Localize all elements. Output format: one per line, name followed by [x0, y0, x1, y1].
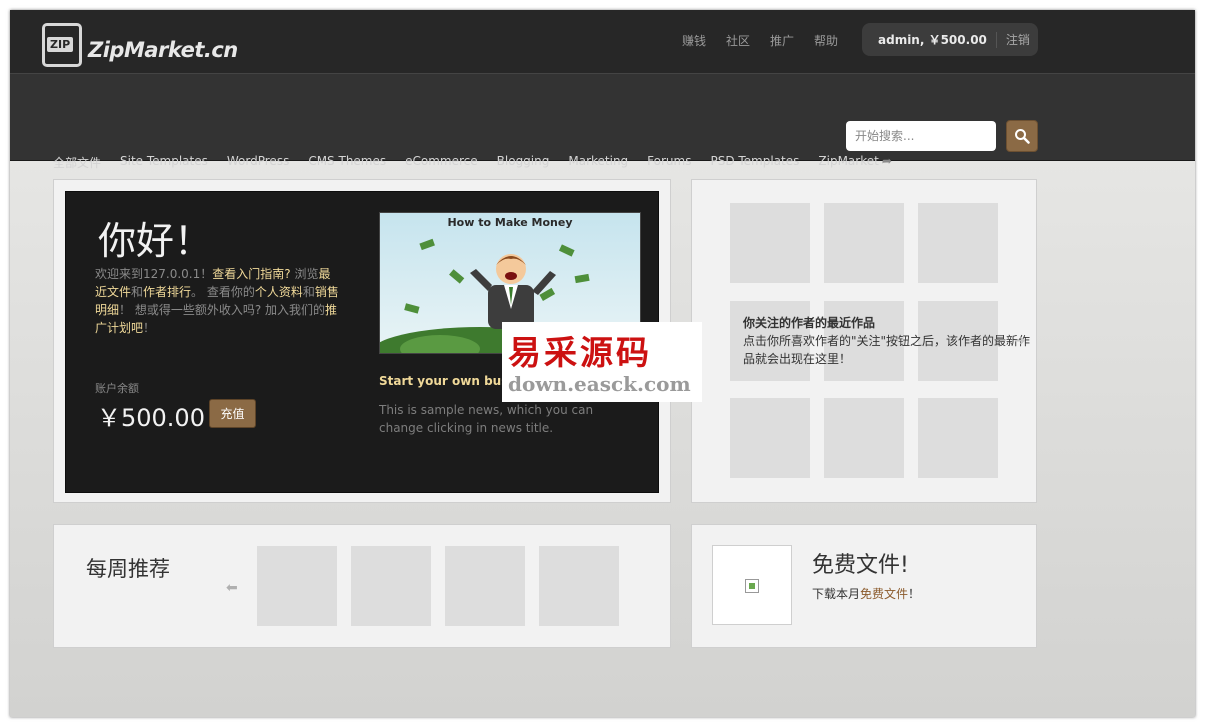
weekly-item-placeholder[interactable]: [351, 546, 431, 626]
free-files-link[interactable]: 免费文件: [860, 587, 908, 601]
weekly-item-placeholder[interactable]: [257, 546, 337, 626]
welcome-end: ！: [143, 321, 156, 335]
followed-item-placeholder[interactable]: [824, 398, 904, 478]
logo-badge-text: ZIP: [47, 37, 74, 52]
top-links: 赚钱 社区 推广 帮助: [682, 32, 858, 49]
news-description: This is sample news, which you can chang…: [379, 403, 594, 435]
followed-item-placeholder[interactable]: [918, 203, 998, 283]
nav-all-files[interactable]: 全部文件: [53, 154, 101, 171]
account-balance-link[interactable]: admin, ￥500.00: [878, 31, 987, 48]
welcome-earn: ！ 想或得一些额外收入吗? 加入我们的: [119, 303, 326, 317]
welcome-browse: 浏览: [290, 267, 319, 281]
zip-logo-icon: ZIP: [42, 23, 82, 67]
nav-wordpress[interactable]: WordPress: [227, 154, 289, 171]
welcome-intro: 欢迎来到127.0.0.1！: [95, 267, 213, 281]
followed-item-placeholder[interactable]: [918, 398, 998, 478]
welcome-and-2: 和: [302, 285, 315, 299]
free-files-panel: 免费文件! 下载本月免费文件！: [691, 524, 1037, 648]
logo-text: ZipMarket.cn: [88, 38, 238, 62]
author-ranking-link[interactable]: 作者排行: [143, 285, 191, 299]
free-file-thumbnail[interactable]: [712, 545, 792, 625]
followed-authors-desc: 点击你所喜欢作者的"关注"按钮之后，该作者的最新作品就会出现在这里！: [743, 334, 1031, 366]
broken-image-icon: [745, 579, 759, 593]
arrow-right-icon[interactable]: ➜: [1014, 333, 1026, 349]
followed-authors-panel: 你关注的作者的最近作品 点击你所喜欢作者的"关注"按钮之后，该作者的最新作品就会…: [691, 179, 1037, 503]
followed-authors-title: 你关注的作者的最近作品: [743, 316, 876, 330]
balance-value: ￥500.00: [97, 404, 205, 432]
profile-link[interactable]: 个人资料: [255, 285, 303, 299]
free-files-subtitle: 下载本月免费文件！: [812, 585, 920, 602]
nav-zipmarket-label: ZipMarket: [818, 154, 879, 168]
logout-link[interactable]: 注销: [1006, 31, 1030, 48]
followed-item-placeholder[interactable]: [730, 203, 810, 283]
nav-forums[interactable]: Forums: [647, 154, 691, 171]
nav-psd-templates[interactable]: PSD Templates: [710, 154, 799, 171]
weekly-item-placeholder[interactable]: [445, 546, 525, 626]
free-sub-prefix: 下载本月: [812, 587, 861, 601]
category-nav: 全部文件 Site Templates WordPress CMS Themes…: [53, 154, 892, 171]
followed-item-placeholder[interactable]: [824, 203, 904, 283]
divider: [995, 31, 997, 48]
search-button[interactable]: [1006, 120, 1038, 152]
balance-label: 账户余额: [95, 382, 139, 395]
nav-ecommerce[interactable]: eCommerce: [405, 154, 478, 171]
nav-site-templates[interactable]: Site Templates: [120, 154, 208, 171]
nav-cms-themes[interactable]: CMS Themes: [308, 154, 386, 171]
site-logo[interactable]: ZIP ZipMarket.cn: [42, 22, 238, 68]
link-earn[interactable]: 赚钱: [682, 32, 706, 49]
user-box: admin, ￥500.00 注销: [862, 23, 1038, 56]
link-help[interactable]: 帮助: [814, 32, 838, 49]
recharge-button[interactable]: 充值: [209, 399, 256, 428]
share-arrow-icon: ➦: [881, 154, 892, 168]
arrow-left-icon[interactable]: ⬅: [226, 580, 238, 596]
weekly-item-placeholder[interactable]: [539, 546, 619, 626]
search-input[interactable]: [846, 121, 996, 151]
nav-zipmarket[interactable]: ZipMarket ➦: [818, 154, 891, 171]
watermark-url: down.easck.com: [508, 372, 691, 396]
nav-blogging[interactable]: Blogging: [497, 154, 550, 171]
free-files-title: 免费文件!: [812, 553, 909, 578]
welcome-and: 和: [131, 285, 144, 299]
welcome-text: 欢迎来到127.0.0.1！查看入门指南? 浏览最近文件和作者排行。 查看你的个…: [95, 265, 340, 337]
free-sub-suffix: ！: [908, 587, 921, 601]
followed-item-placeholder[interactable]: [730, 398, 810, 478]
guide-link[interactable]: 查看入门指南?: [212, 267, 290, 281]
greeting-heading: 你好！: [98, 219, 213, 263]
watermark-title: 易采源码: [508, 333, 652, 372]
link-promote[interactable]: 推广: [770, 32, 794, 49]
link-community[interactable]: 社区: [726, 32, 750, 49]
weekly-picks-panel: 每周推荐 ⬅: [53, 524, 671, 648]
nav-marketing[interactable]: Marketing: [568, 154, 628, 171]
search-icon: [1015, 129, 1030, 144]
weekly-picks-title: 每周推荐: [86, 557, 170, 581]
top-bar: ZIP ZipMarket.cn 赚钱 社区 推广 帮助 admin, ￥500…: [10, 10, 1195, 73]
followed-authors-info: 你关注的作者的最近作品 点击你所喜欢作者的"关注"按钮之后，该作者的最新作品就会…: [743, 314, 1033, 368]
welcome-view: 。 查看你的: [191, 285, 255, 299]
watermark-overlay: 易采源码 down.easck.com: [502, 322, 702, 402]
